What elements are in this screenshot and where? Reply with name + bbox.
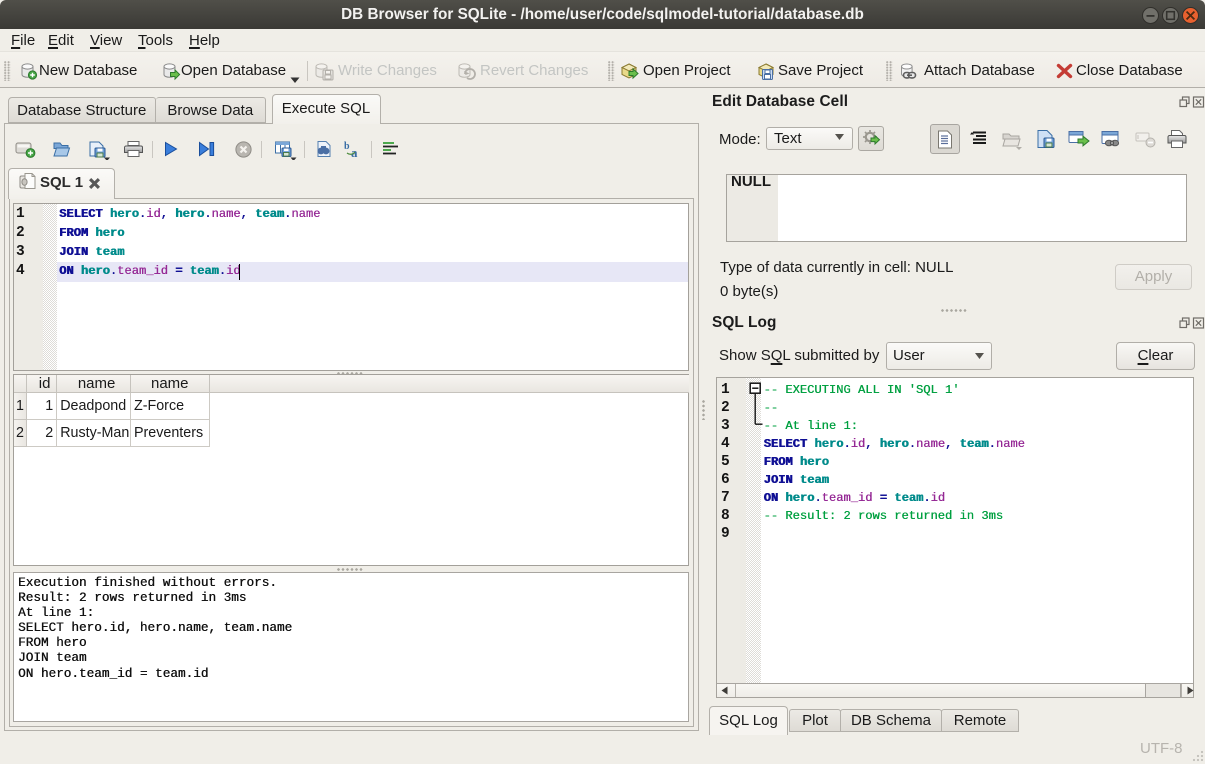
svg-text:b: b: [344, 141, 350, 152]
